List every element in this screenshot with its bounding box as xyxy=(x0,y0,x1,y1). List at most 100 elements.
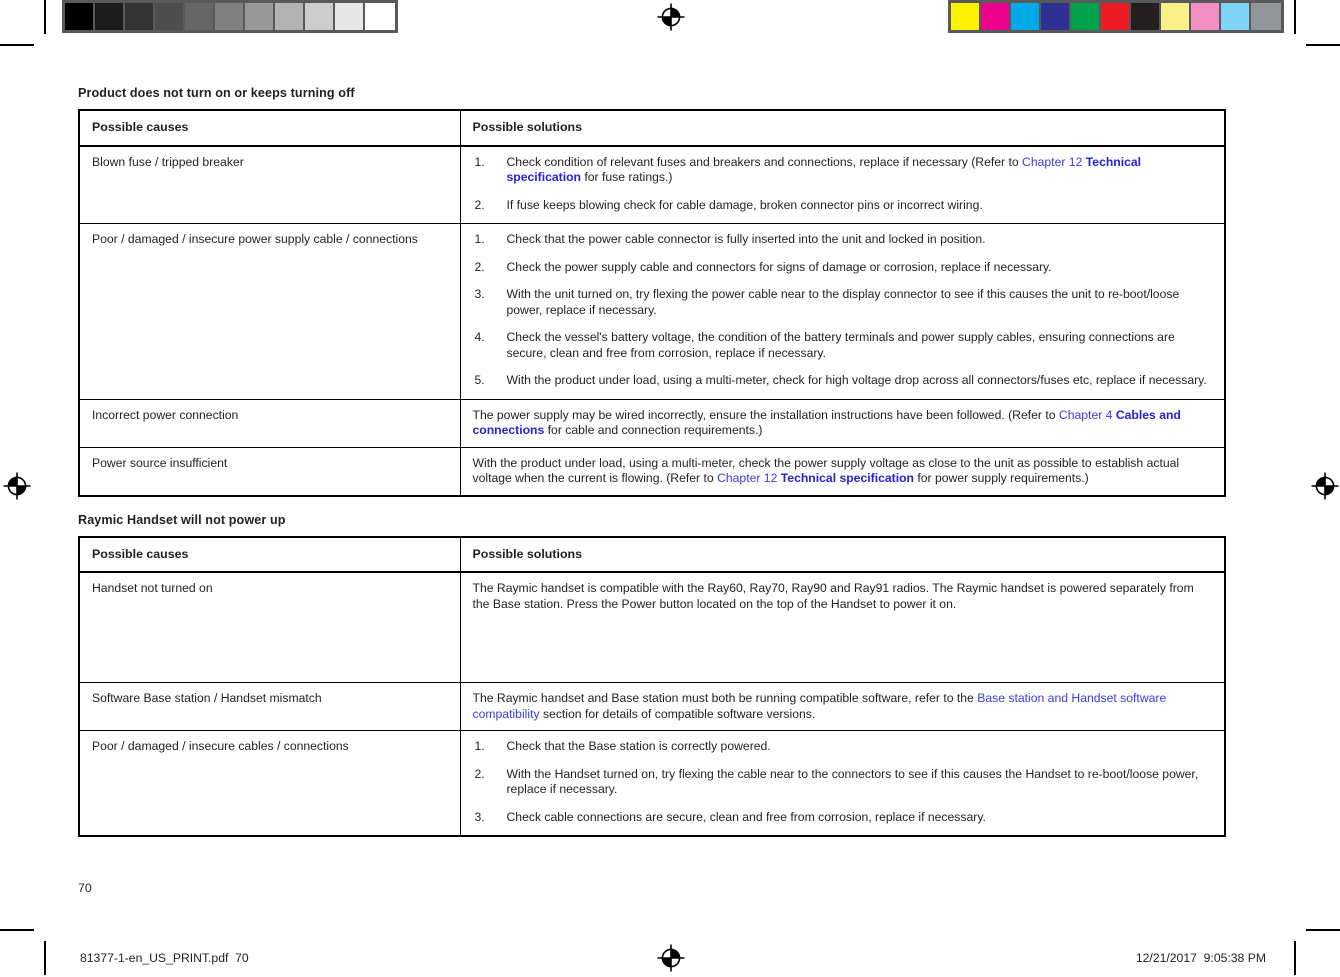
solution-step-list: Check condition of relevant fuses and br… xyxy=(473,155,1214,214)
solution-step: With the product under load, using a mul… xyxy=(473,373,1214,389)
text-run: The power supply may be wired incorrectl… xyxy=(472,407,1059,422)
grayscale-calibration-strip xyxy=(62,0,398,33)
text-run: for cable and connection requirements.) xyxy=(544,423,763,438)
crop-mark-top-left xyxy=(0,0,46,46)
calibration-swatch xyxy=(1161,3,1191,30)
cause-cell: Poor / damaged / insecure cables / conne… xyxy=(78,730,461,838)
solution-step: Check condition of relevant fuses and br… xyxy=(473,155,1214,186)
calibration-swatch xyxy=(185,3,215,30)
cross-reference-link[interactable]: Chapter 4 xyxy=(1059,408,1113,422)
footer-timestamp: 12/21/2017 9:05:38 PM xyxy=(1135,951,1266,965)
footer-file-label: 81377-1-en_US_PRINT.pdf 70 xyxy=(80,951,249,965)
troubleshooting-section: Product does not turn on or keeps turnin… xyxy=(78,86,1226,497)
text-run: With the product under load, using a mul… xyxy=(506,373,1207,388)
calibration-swatch xyxy=(981,3,1011,30)
table-row: Software Base station / Handset mismatch… xyxy=(78,682,1226,732)
calibration-swatch xyxy=(155,3,185,30)
solution-step-list: Check that the power cable connector is … xyxy=(473,232,1214,389)
troubleshooting-section: Raymic Handset will not power up Possible… xyxy=(78,512,1226,838)
text-run: Check that the power cable connector is … xyxy=(506,232,986,247)
text-run: The Raymic handset and Base station must… xyxy=(472,691,978,706)
print-footer: 81377-1-en_US_PRINT.pdf 70 12/21/2017 9:… xyxy=(0,944,1340,975)
text-run: Check the power supply cable and connect… xyxy=(506,259,1052,274)
text-run: for fuse ratings.) xyxy=(581,170,673,185)
solution-step: Check that the power cable connector is … xyxy=(473,232,1214,248)
table-row: Handset not turned on The Raymic handset … xyxy=(78,571,1226,684)
table-header-solutions: Possible solutions xyxy=(459,536,1226,574)
solution-cell: The Raymic handset is compatible with th… xyxy=(459,571,1226,684)
page-number: 70 xyxy=(78,881,92,895)
troubleshooting-table: Possible causes Possible solutions Blown f… xyxy=(78,109,1226,497)
calibration-swatch xyxy=(305,3,335,30)
table-header-row: Possible causes Possible solutions xyxy=(78,109,1226,147)
text-run: With the unit turned on, try flexing the… xyxy=(506,287,1180,317)
calibration-swatch xyxy=(1041,3,1071,30)
text-run: Check condition of relevant fuses and br… xyxy=(506,154,1023,169)
table-header-causes: Possible causes xyxy=(78,536,461,574)
cause-cell: Software Base station / Handset mismatch xyxy=(78,682,461,732)
calibration-swatch xyxy=(335,3,365,30)
cross-reference-link[interactable]: Chapter 12 xyxy=(1022,155,1082,169)
solution-step-list: Check that the Base station is correctly… xyxy=(473,739,1214,825)
section-title: Product does not turn on or keeps turnin… xyxy=(78,86,355,100)
cause-cell: Power source insufficient xyxy=(78,446,461,497)
solution-step: Check the power supply cable and connect… xyxy=(473,259,1214,276)
text-run: Check the vessel's battery voltage, the … xyxy=(506,330,1175,360)
text-run: for power supply requirements.) xyxy=(913,471,1089,486)
solution-paragraph: The power supply may be wired incorrectl… xyxy=(473,408,1214,439)
cross-reference-link[interactable]: Technical specification xyxy=(781,471,914,485)
table-row: Power source insufficient With the produc… xyxy=(78,446,1226,497)
solution-cell: The Raymic handset and Base station must… xyxy=(459,682,1226,732)
cause-cell: Incorrect power connection xyxy=(78,398,461,448)
calibration-swatch xyxy=(95,3,125,30)
registration-target-icon xyxy=(3,472,31,500)
calibration-swatch xyxy=(951,3,981,30)
grayscale-swatches xyxy=(62,0,398,33)
solution-step: With the Handset turned on, try flexing … xyxy=(473,767,1214,798)
table-header-row: Possible causes Possible solutions xyxy=(78,536,1226,574)
color-swatches xyxy=(948,0,1284,33)
solution-step: Check the vessel's battery voltage, the … xyxy=(473,330,1214,361)
solution-cell: Check that the power cable connector is … xyxy=(459,223,1226,400)
calibration-swatch xyxy=(1251,3,1281,30)
calibration-swatch xyxy=(65,3,95,30)
table-row: Incorrect power connection The power supp… xyxy=(78,398,1226,448)
calibration-swatch xyxy=(1071,3,1101,30)
troubleshooting-table: Possible causes Possible solutions Handset… xyxy=(78,535,1226,838)
text-run: section for details of compatible softwa… xyxy=(539,706,816,721)
calibration-swatch xyxy=(215,3,245,30)
section-title: Raymic Handset will not power up xyxy=(78,512,286,527)
cause-cell: Handset not turned on xyxy=(78,571,461,684)
text-run: Check that the Base station is correctly… xyxy=(506,739,771,754)
table-row: Poor / damaged / insecure power supply c… xyxy=(78,223,1226,400)
solution-paragraph: The Raymic handset and Base station must… xyxy=(473,691,1214,722)
text-run: Check cable connections are secure, clea… xyxy=(506,809,986,824)
registration-target-icon xyxy=(657,3,685,31)
table-header-solutions: Possible solutions xyxy=(459,109,1226,147)
calibration-swatch xyxy=(1221,3,1251,30)
calibration-swatch xyxy=(125,3,155,30)
calibration-swatch xyxy=(1191,3,1221,30)
solution-paragraph: With the product under load, using a mul… xyxy=(473,456,1214,487)
cross-reference-link[interactable]: Chapter 12 xyxy=(717,471,777,485)
calibration-swatch xyxy=(245,3,275,30)
solution-step: If fuse keeps blowing check for cable da… xyxy=(473,197,1214,214)
solution-cell: With the product under load, using a mul… xyxy=(459,446,1226,497)
solution-cell: Check that the Base station is correctly… xyxy=(459,730,1226,838)
text-run: The Raymic handset is compatible with th… xyxy=(472,581,1194,611)
calibration-swatch xyxy=(1101,3,1131,30)
color-calibration-strip xyxy=(948,0,1284,33)
table-row: Blown fuse / tripped breaker Check condit… xyxy=(78,145,1226,225)
calibration-swatch xyxy=(275,3,305,30)
registration-target-icon xyxy=(1311,472,1339,500)
calibration-swatch xyxy=(365,3,395,30)
solution-step: Check that the Base station is correctly… xyxy=(473,739,1214,755)
cause-cell: Blown fuse / tripped breaker xyxy=(78,145,461,225)
troubleshooting-content: Product does not turn on or keeps turnin… xyxy=(78,86,1226,838)
text-run: If fuse keeps blowing check for cable da… xyxy=(506,197,983,212)
document-page: Product does not turn on or keeps turnin… xyxy=(0,0,1340,975)
calibration-swatch xyxy=(1011,3,1041,30)
solution-step: With the unit turned on, try flexing the… xyxy=(473,287,1214,318)
table-row: Poor / damaged / insecure cables / conne… xyxy=(78,730,1226,838)
cell-spacer xyxy=(473,612,1214,674)
